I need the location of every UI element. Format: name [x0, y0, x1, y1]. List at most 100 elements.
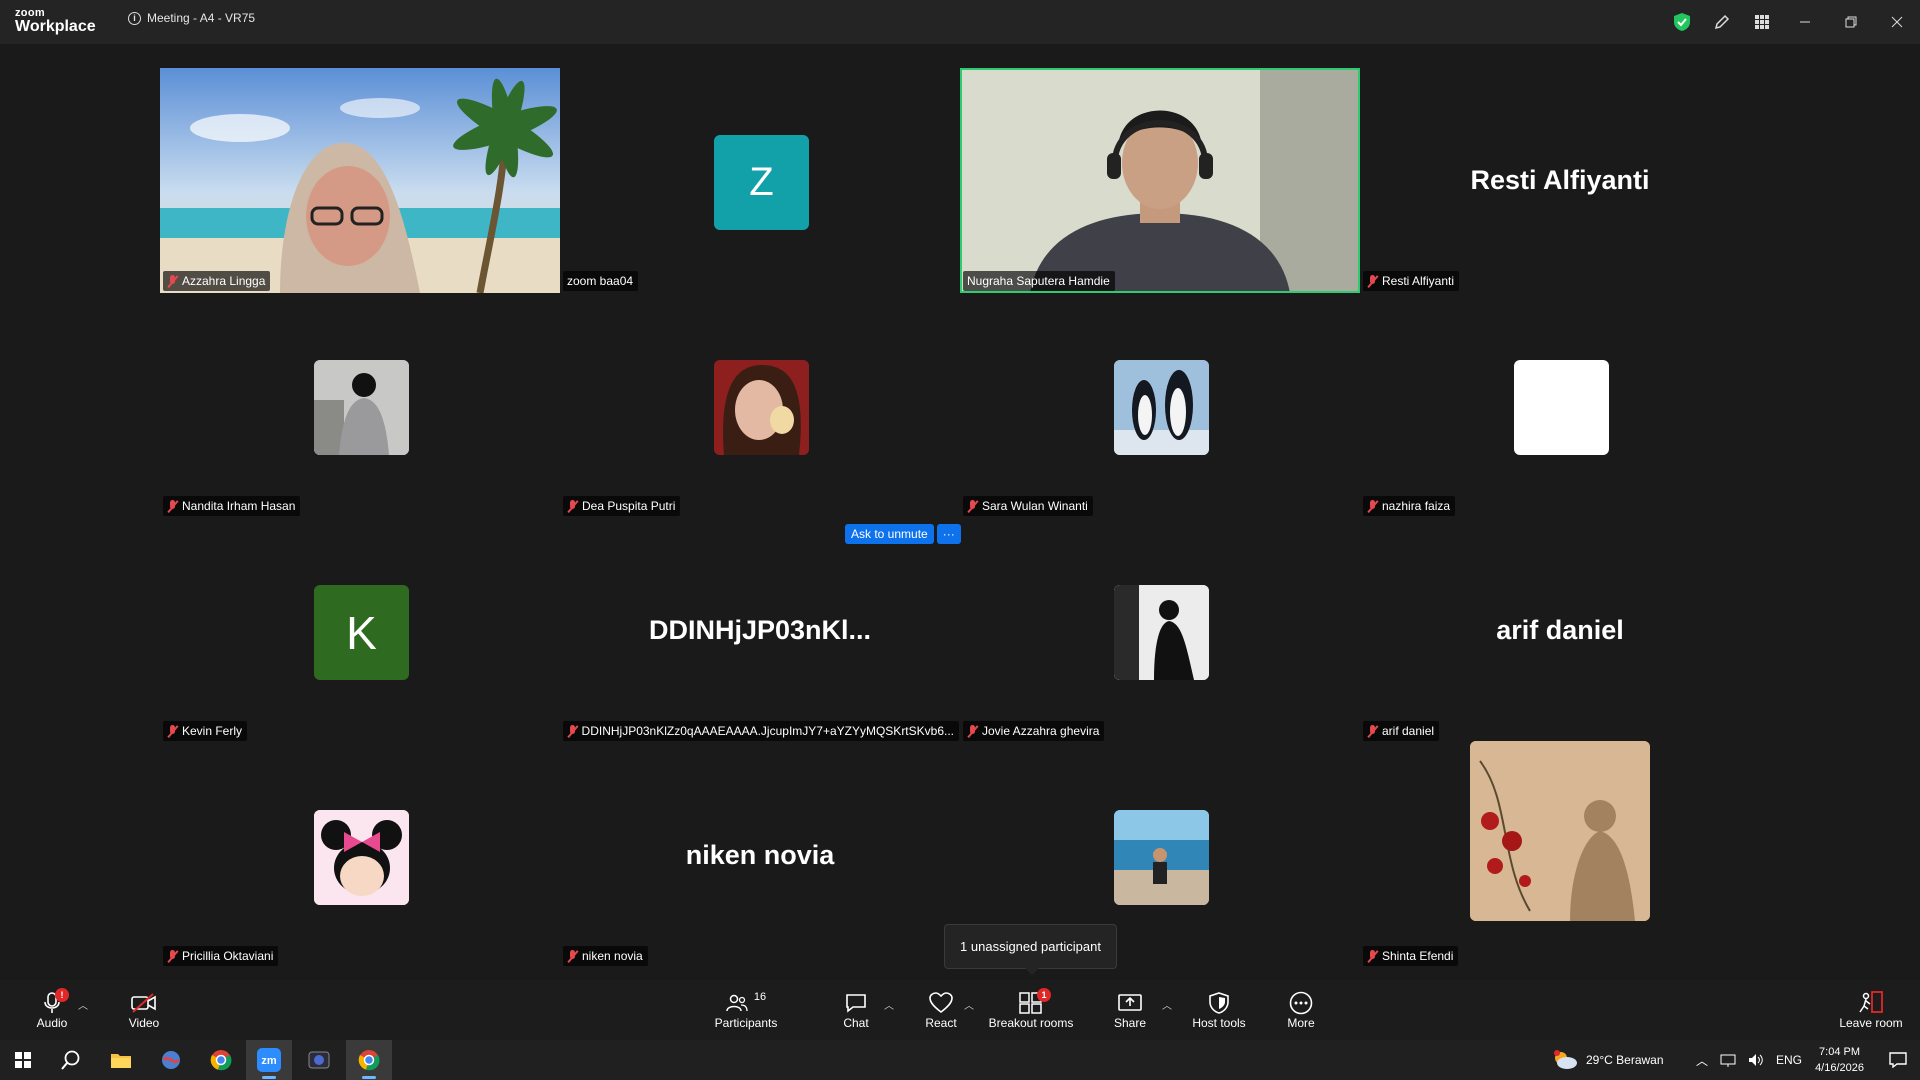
meeting-toolbar: ! Audio ︿ Video 16 Participants Chat ︿ R…: [0, 980, 1920, 1040]
participant-name-tag: Azzahra Lingga: [163, 271, 271, 291]
audio-options-caret-icon[interactable]: ︿: [78, 997, 88, 1012]
breakout-rooms-button[interactable]: 1 Breakout rooms: [988, 980, 1074, 1040]
chrome-profile-icon[interactable]: [346, 1040, 392, 1080]
share-button[interactable]: Share: [1107, 980, 1153, 1040]
participant-tile[interactable]: Dea Puspita Putri: [560, 293, 960, 518]
chat-button[interactable]: Chat: [833, 980, 879, 1040]
camera-app-icon[interactable]: [296, 1040, 342, 1080]
more-button[interactable]: More: [1278, 980, 1324, 1040]
avatar: [1114, 810, 1209, 905]
security-shield-icon[interactable]: [1662, 0, 1702, 44]
leave-room-label: Leave room: [1839, 1016, 1903, 1030]
breakout-rooms-badge: 1: [1037, 988, 1051, 1002]
participant-name: Dea Puspita Putri: [582, 499, 676, 513]
avatar-letter: K: [346, 606, 377, 659]
video-label: Video: [128, 1016, 160, 1030]
heart-icon: [929, 992, 953, 1014]
audio-button[interactable]: ! Audio: [30, 980, 74, 1040]
chat-label: Chat: [843, 1016, 869, 1030]
participants-count: 16: [753, 991, 767, 1003]
participants-label: Participants: [714, 1016, 778, 1030]
participant-tile[interactable]: Z zoom baa04: [560, 68, 960, 293]
participant-name: zoom baa04: [567, 274, 634, 288]
minimize-icon[interactable]: [1782, 0, 1828, 44]
participant-name-tag: Pricillia Oktaviani: [163, 946, 279, 966]
react-button[interactable]: React: [918, 980, 964, 1040]
participant-name: niken novia: [582, 949, 643, 963]
meeting-info-button[interactable]: i Meeting - A4 - VR75: [128, 11, 255, 25]
participant-name: nazhira faiza: [1382, 499, 1451, 513]
participant-tile[interactable]: Pricillia Oktaviani: [160, 743, 560, 968]
participant-tile[interactable]: K Kevin Ferly: [160, 518, 560, 743]
restore-icon[interactable]: [1828, 0, 1874, 44]
participant-name: Nugraha Saputera Hamdie: [967, 274, 1110, 288]
more-label: More: [1287, 1016, 1315, 1030]
participant-name: Shinta Efendi: [1382, 949, 1454, 963]
zoom-workplace-logo: zoom Workplace: [15, 8, 96, 35]
windows-start-icon[interactable]: [0, 1040, 46, 1080]
avatar-letter: Z: [749, 160, 774, 204]
react-options-caret-icon[interactable]: ︿: [964, 997, 974, 1012]
chat-bubble-icon: [846, 994, 866, 1013]
input-language[interactable]: ENG: [1776, 1053, 1802, 1067]
participant-tile[interactable]: niken novia niken novia: [560, 743, 960, 968]
participant-name: Sara Wulan Winanti: [982, 499, 1088, 513]
file-explorer-icon[interactable]: [98, 1040, 144, 1080]
participant-tile[interactable]: arif daniel arif daniel: [1360, 518, 1760, 743]
more-options-button[interactable]: ···: [936, 524, 961, 544]
participant-name: Resti Alfiyanti: [1382, 274, 1455, 288]
avatar: K: [314, 585, 409, 680]
ask-to-unmute-group: Ask to unmute ···: [845, 524, 961, 544]
close-icon[interactable]: [1874, 0, 1920, 44]
leave-room-button[interactable]: Leave room: [1836, 980, 1906, 1040]
share-screen-icon: [1118, 994, 1142, 1011]
participant-tile[interactable]: Jovie Azzahra ghevira: [960, 518, 1360, 743]
participant-tile[interactable]: Nandita Irham Hasan: [160, 293, 560, 518]
muted-mic-icon: [1367, 274, 1378, 288]
participant-name-tag: DDINHjJP03nKlZz0qAAAEAAAA.JjcupImJY7+aYZ…: [563, 721, 959, 741]
participant-name-tag: Kevin Ferly: [163, 721, 248, 741]
app-icon[interactable]: [148, 1040, 194, 1080]
zoom-taskbar-icon[interactable]: zm: [246, 1040, 292, 1080]
clock-time: 7:04 PM: [1819, 1046, 1861, 1058]
participant-name: Pricillia Oktaviani: [182, 949, 274, 963]
video-button[interactable]: Video: [122, 980, 166, 1040]
search-icon[interactable]: [48, 1040, 94, 1080]
participant-name: Kevin Ferly: [182, 724, 243, 738]
ask-to-unmute-button[interactable]: Ask to unmute: [845, 524, 934, 544]
chat-options-caret-icon[interactable]: ︿: [884, 997, 894, 1012]
participant-name-tag: Dea Puspita Putri: [563, 496, 681, 516]
react-label: React: [925, 1016, 957, 1030]
notifications-icon[interactable]: [1876, 1040, 1920, 1080]
taskbar-clock[interactable]: 7:04 PM 4/16/2026: [1815, 1044, 1864, 1076]
host-tools-button[interactable]: Host tools: [1188, 980, 1250, 1040]
volume-icon[interactable]: [1748, 1053, 1764, 1067]
participant-name: Nandita Irham Hasan: [182, 499, 296, 513]
chrome-icon[interactable]: [198, 1040, 244, 1080]
participants-button[interactable]: 16 Participants: [710, 980, 782, 1040]
info-icon: i: [128, 11, 141, 25]
muted-mic-icon: [967, 499, 978, 513]
participant-name-tag: Nugraha Saputera Hamdie: [963, 271, 1115, 291]
participant-tile-active-speaker[interactable]: Nugraha Saputera Hamdie: [960, 68, 1360, 293]
muted-mic-icon: [167, 274, 178, 288]
participant-tile[interactable]: Shinta Efendi: [1360, 741, 1760, 968]
participant-tile[interactable]: nazhira faiza: [1360, 293, 1760, 518]
share-options-caret-icon[interactable]: ︿: [1162, 997, 1172, 1012]
participant-name-tag: Sara Wulan Winanti: [963, 496, 1093, 516]
annotate-pencil-icon[interactable]: [1702, 0, 1742, 44]
participant-tile[interactable]: Resti Alfiyanti Resti Alfiyanti: [1360, 68, 1760, 293]
participant-name: DDINHjJP03nKlZz0qAAAEAAAA.JjcupImJY7+aYZ…: [581, 724, 954, 738]
participant-tile[interactable]: Sara Wulan Winanti: [960, 293, 1360, 518]
view-grid-icon[interactable]: [1742, 0, 1782, 44]
participant-tile[interactable]: DDINHjJP03nKl... DDINHjJP03nKlZz0qAAAEAA…: [560, 518, 960, 743]
muted-mic-icon: [1367, 724, 1378, 738]
participant-name-tag: Nandita Irham Hasan: [163, 496, 301, 516]
weather-widget[interactable]: 29°C Berawan: [1552, 1040, 1664, 1080]
participant-tile[interactable]: Azzahra Lingga: [160, 68, 560, 293]
avatar: [1114, 360, 1209, 455]
network-icon[interactable]: [1720, 1053, 1736, 1067]
more-ellipsis-icon: [1289, 991, 1313, 1015]
show-hidden-icons-chevron-icon[interactable]: ︿: [1696, 1052, 1708, 1069]
tooltip-text: 1 unassigned participant: [960, 939, 1101, 954]
